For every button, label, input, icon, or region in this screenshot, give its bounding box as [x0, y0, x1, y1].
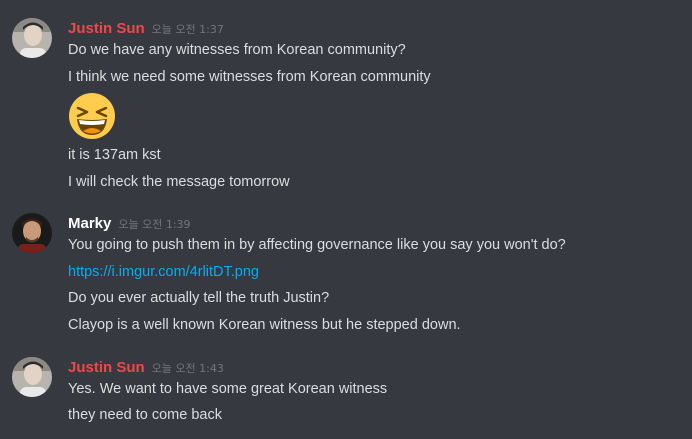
person-avatar-icon: [12, 357, 52, 397]
timestamp: 오늘 오전 1:39: [118, 218, 191, 231]
message-text: it is 137am kst: [68, 147, 161, 163]
message-text: Do we have any witnesses from Korean com…: [68, 42, 406, 58]
message-text: I will check the message tomorrow: [68, 174, 290, 190]
timestamp: 오늘 오전 1:43: [151, 362, 224, 375]
timestamp: 오늘 오전 1:37: [151, 23, 224, 36]
person-avatar-icon: [12, 18, 52, 58]
image-link[interactable]: https://i.imgur.com/4rlitDT.png: [68, 264, 259, 280]
message-text: You going to push them in by affecting g…: [68, 237, 566, 253]
message-text: Yes. We want to have some great Korean w…: [68, 381, 388, 397]
person-avatar-icon: [12, 213, 52, 253]
message-text: Do you ever actually tell the truth Just…: [68, 290, 330, 306]
message-text: I think we need some witnesses from Kore…: [68, 69, 431, 85]
message-header: Marky 오늘 오전 1:39: [68, 215, 191, 233]
message-link: https://i.imgur.com/4rlitDT.png: [68, 264, 259, 280]
message-text: Clayop is a well known Korean witness bu…: [68, 317, 461, 333]
avatar[interactable]: [12, 357, 52, 397]
laughing-face-emoji-icon: [68, 92, 116, 140]
message-text: they need to come back: [68, 407, 222, 423]
avatar[interactable]: [12, 18, 52, 58]
message-header: Justin Sun 오늘 오전 1:37: [68, 20, 224, 38]
message-header: Justin Sun 오늘 오전 1:43: [68, 359, 224, 377]
avatar[interactable]: [12, 213, 52, 253]
author-name[interactable]: Justin Sun: [68, 359, 145, 376]
author-name[interactable]: Justin Sun: [68, 20, 145, 37]
author-name[interactable]: Marky: [68, 215, 111, 232]
